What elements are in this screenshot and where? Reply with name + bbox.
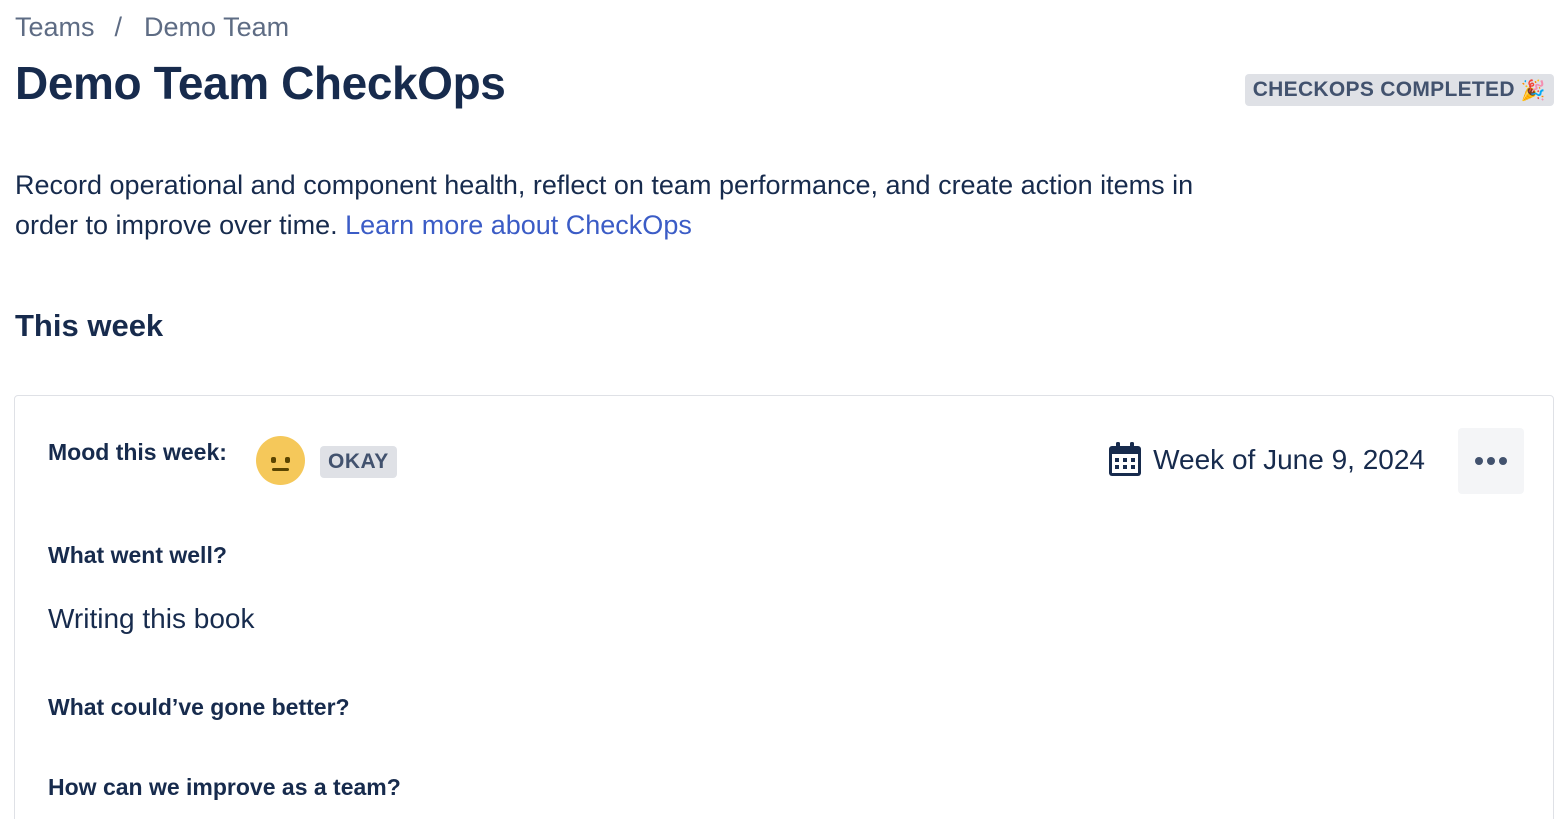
mood-label: Mood this week: [48,439,227,465]
breadcrumb-separator: / [114,12,123,42]
question-went-well: What went well? [48,542,227,568]
status-badge: CHECKOPS COMPLETED 🎉 [1244,74,1554,106]
breadcrumb-item-demo-team[interactable]: Demo Team [144,12,289,43]
more-horizontal-icon [1475,457,1483,465]
week-date: Week of June 9, 2024 [1107,441,1425,478]
checkops-card: Mood this week: OKAY Week of June 9, 202… [14,395,1554,819]
question-improve-as-team: How can we improve as a team? [48,774,401,800]
mood-badge: OKAY [320,446,397,478]
party-popper-icon: 🎉 [1520,79,1546,102]
page-description: Record operational and component health,… [15,165,1215,245]
answer-went-well: Writing this book [48,603,255,634]
page-title: Demo Team CheckOps [15,57,506,109]
breadcrumb-item-teams[interactable]: Teams [15,12,95,43]
checkops-page: Teams / Demo Team Demo Team CheckOps CHE… [0,0,1564,819]
section-title-this-week: This week [15,308,164,343]
learn-more-link[interactable]: Learn more about CheckOps [345,210,692,240]
breadcrumb: Teams / Demo Team [15,12,289,43]
week-label: Week of June 9, 2024 [1153,443,1425,475]
more-actions-button[interactable] [1458,428,1524,494]
calendar-icon [1109,442,1142,476]
question-could-be-better: What could’ve gone better? [48,694,350,720]
status-badge-label: CHECKOPS COMPLETED [1252,78,1515,101]
neutral-face-icon [256,436,305,485]
